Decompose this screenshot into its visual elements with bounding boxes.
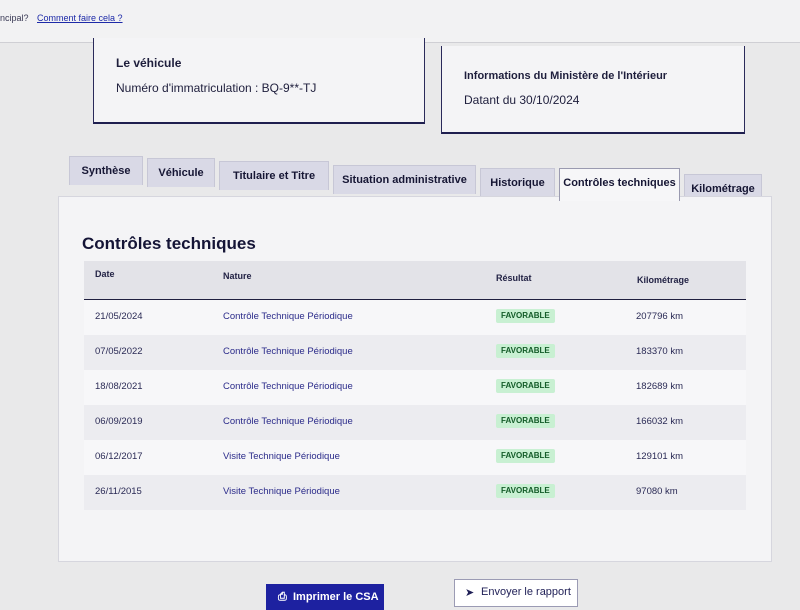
column-header-mileage: Kilométrage: [637, 275, 690, 285]
result-badge: FAVORABLE: [496, 414, 555, 428]
ministry-data-date: Datant du 30/10/2024: [464, 93, 580, 107]
row-nature: Visite Technique Périodique: [223, 451, 340, 462]
plate-number: Numéro d'immatriculation : BQ-9**-TJ: [116, 81, 317, 95]
table-row: 07/05/2022 Contrôle Technique Périodique…: [84, 335, 746, 370]
result-badge: FAVORABLE: [496, 309, 555, 323]
send-arrow-icon: ➤: [465, 587, 475, 599]
row-date: 26/11/2015: [95, 486, 142, 497]
table-row: 21/05/2024 Contrôle Technique Périodique…: [84, 300, 746, 335]
result-badge: FAVORABLE: [496, 449, 555, 463]
row-mileage: 183370 km: [636, 346, 684, 357]
result-badge: FAVORABLE: [496, 344, 555, 358]
table-row: 06/12/2017 Visite Technique Périodique F…: [84, 440, 746, 475]
column-header-result: Résultat: [496, 273, 532, 283]
section-title: Contrôles techniques: [82, 234, 256, 253]
row-mileage: 97080 km: [636, 486, 678, 497]
row-nature: Contrôle Technique Périodique: [223, 346, 353, 357]
tab-titulaire-titre[interactable]: Titulaire et Titre: [219, 161, 329, 190]
table-row: 06/09/2019 Contrôle Technique Périodique…: [84, 405, 746, 440]
controles-panel: Contrôles techniques Date Nature Résulta…: [58, 196, 772, 562]
tab-historique[interactable]: Historique: [480, 168, 555, 197]
print-csa-button[interactable]: ⎙ Imprimer le CSA: [266, 584, 384, 610]
column-header-nature: Nature: [223, 271, 252, 281]
row-date: 21/05/2024: [95, 311, 143, 322]
tab-vehicule[interactable]: Véhicule: [147, 158, 215, 187]
row-mileage: 207796 km: [636, 311, 684, 322]
how-to-link[interactable]: Comment faire cela ?: [37, 13, 123, 23]
send-report-button[interactable]: ➤ Envoyer le rapport: [454, 579, 578, 607]
partial-question-text: ncipal?: [0, 13, 29, 23]
result-badge: FAVORABLE: [496, 379, 555, 393]
row-mileage: 166032 km: [636, 416, 684, 427]
row-nature: Contrôle Technique Périodique: [223, 311, 353, 322]
column-header-date: Date: [95, 269, 115, 279]
vehicle-box-title: Le véhicule: [116, 56, 182, 70]
row-date: 07/05/2022: [95, 346, 143, 357]
row-date: 06/12/2017: [95, 451, 143, 462]
ministry-info-box: Informations du Ministère de l'Intérieur…: [441, 46, 745, 134]
printer-icon: ⎙: [278, 591, 287, 603]
tab-situation-administrative[interactable]: Situation administrative: [333, 165, 476, 194]
send-button-label: Envoyer le rapport: [481, 586, 571, 598]
print-button-label: Imprimer le CSA: [293, 591, 379, 603]
top-bar: ncipal? Comment faire cela ?: [0, 0, 800, 43]
table-row: 18/08/2021 Contrôle Technique Périodique…: [84, 370, 746, 405]
row-nature: Visite Technique Périodique: [223, 486, 340, 497]
tab-synthese[interactable]: Synthèse: [69, 156, 143, 185]
row-date: 18/08/2021: [95, 381, 143, 392]
row-mileage: 129101 km: [636, 451, 684, 462]
row-nature: Contrôle Technique Périodique: [223, 416, 353, 427]
table-header: Date Nature Résultat Kilométrage: [84, 261, 746, 301]
ministry-box-title: Informations du Ministère de l'Intérieur: [464, 70, 668, 82]
vehicle-info-box: Le véhicule Numéro d'immatriculation : B…: [93, 38, 425, 124]
row-nature: Contrôle Technique Périodique: [223, 381, 353, 392]
result-badge: FAVORABLE: [496, 484, 555, 498]
tab-controles-techniques[interactable]: Contrôles techniques: [559, 168, 680, 201]
row-mileage: 182689 km: [636, 381, 684, 392]
row-date: 06/09/2019: [95, 416, 143, 427]
table-row: 26/11/2015 Visite Technique Périodique F…: [84, 475, 746, 510]
